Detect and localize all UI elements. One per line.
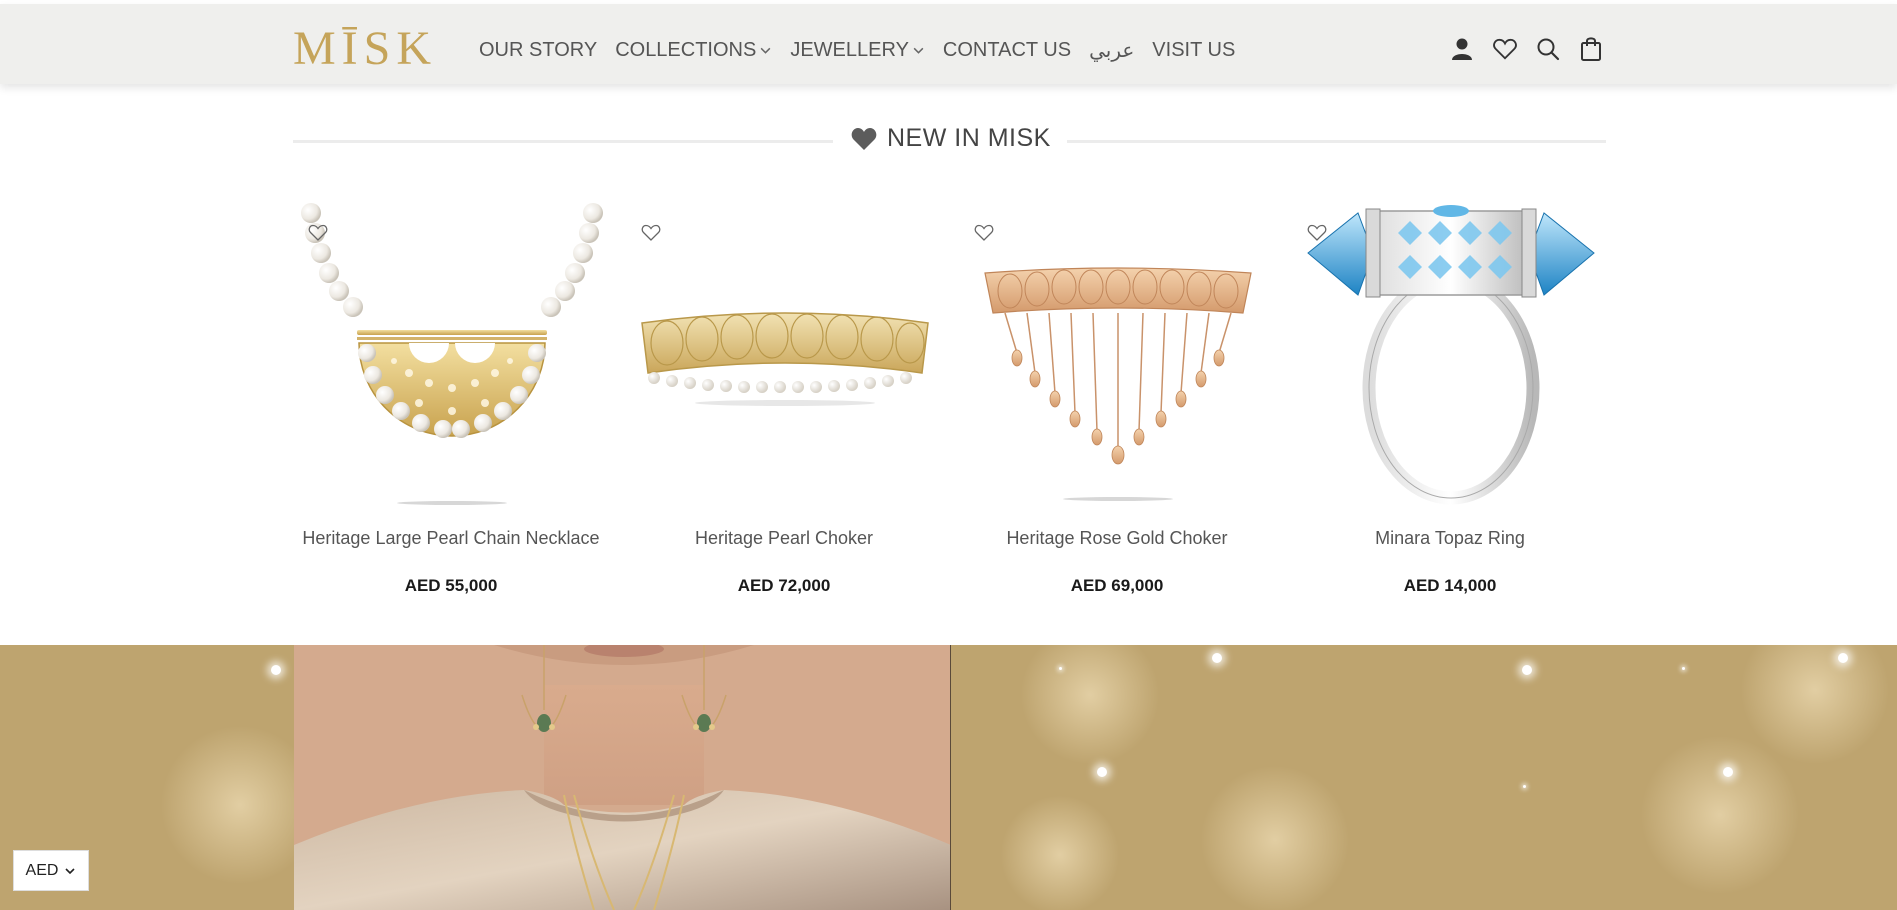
- chevron-down-icon: [65, 867, 76, 874]
- nav-label: عربي: [1089, 40, 1135, 62]
- section-title-text: NEW IN MISK: [887, 124, 1051, 152]
- currency-label: AED: [25, 861, 59, 879]
- product-price: AED 14,000: [1403, 576, 1497, 595]
- wishlist-heart-icon[interactable]: [974, 224, 994, 242]
- logo-text: MĪSK: [293, 22, 438, 75]
- sparkle: [1682, 667, 1685, 670]
- section-title: NEW IN MISK: [851, 124, 1051, 153]
- bokeh-glow: [1640, 735, 1800, 895]
- model-wearing-jewellery-image: [294, 645, 950, 910]
- account-icon[interactable]: [1450, 36, 1474, 62]
- chevron-down-icon: [760, 47, 771, 54]
- cart-icon[interactable]: [1579, 36, 1603, 62]
- product-name[interactable]: Heritage Large Pearl Chain Necklace: [293, 527, 609, 550]
- sparkle: [271, 665, 281, 675]
- product-image-topaz-ring[interactable]: [1298, 203, 1604, 508]
- product-image-pearl-choker[interactable]: [632, 203, 938, 508]
- sparkle: [1723, 767, 1733, 777]
- nav-label: JEWELLERY: [790, 39, 909, 61]
- product-name[interactable]: Heritage Pearl Choker: [626, 527, 942, 550]
- divider: [1067, 140, 1606, 143]
- product-card[interactable]: Heritage Rose Gold Choker AED 69,000: [959, 200, 1275, 610]
- product-card[interactable]: Heritage Large Pearl Chain Necklace AED …: [293, 200, 609, 610]
- nav-label: OUR STORY: [479, 39, 598, 61]
- nav-collections[interactable]: COLLECTIONS: [615, 39, 772, 62]
- sparkle: [1523, 785, 1526, 788]
- currency-selector[interactable]: AED: [13, 850, 89, 891]
- sparkle: [1838, 653, 1848, 663]
- product-price: AED 72,000: [737, 576, 831, 595]
- product-grid: Heritage Large Pearl Chain Necklace AED …: [293, 200, 1625, 610]
- wishlist-heart-icon[interactable]: [308, 224, 328, 242]
- product-image-pearl-necklace[interactable]: [299, 203, 605, 508]
- main-nav: OUR STORY COLLECTIONS JEWELLERY CONTACT …: [479, 38, 1253, 63]
- product-image-rose-gold-choker[interactable]: [965, 203, 1271, 508]
- wishlist-heart-icon[interactable]: [1307, 224, 1327, 242]
- nav-label: COLLECTIONS: [615, 39, 757, 61]
- header-actions: [1450, 36, 1603, 62]
- brand-logo[interactable]: MĪSK: [293, 22, 438, 75]
- bokeh-glow: [1000, 795, 1120, 910]
- site-header: MĪSK OUR STORY COLLECTIONS JEWELLERY CON…: [0, 4, 1897, 84]
- nav-visit-us[interactable]: VISIT US: [1152, 39, 1235, 62]
- nav-our-story[interactable]: OUR STORY: [479, 39, 597, 62]
- sparkle: [1097, 767, 1107, 777]
- nav-jewellery[interactable]: JEWELLERY: [790, 39, 925, 62]
- section-header: NEW IN MISK: [293, 122, 1606, 160]
- product-card[interactable]: Minara Topaz Ring AED 14,000: [1292, 200, 1608, 610]
- model-photo[interactable]: [294, 645, 951, 910]
- nav-label: VISIT US: [1152, 39, 1236, 61]
- product-name[interactable]: Heritage Rose Gold Choker: [959, 527, 1275, 550]
- bokeh-glow: [1200, 765, 1350, 910]
- nav-contact-us[interactable]: CONTACT US: [943, 39, 1071, 62]
- sparkle: [1522, 665, 1532, 675]
- sparkle: [1212, 653, 1222, 663]
- wishlist-heart-icon[interactable]: [641, 224, 661, 242]
- divider: [293, 140, 833, 143]
- sparkle: [1059, 667, 1062, 670]
- product-price: AED 55,000: [404, 576, 498, 595]
- promo-banner[interactable]: [0, 645, 1897, 910]
- chevron-down-icon: [913, 47, 924, 54]
- bokeh-glow: [1020, 645, 1160, 765]
- search-icon[interactable]: [1536, 36, 1560, 62]
- product-price: AED 69,000: [1070, 576, 1164, 595]
- nav-arabic[interactable]: عربي: [1089, 38, 1134, 63]
- wishlist-icon[interactable]: [1493, 36, 1517, 62]
- product-name[interactable]: Minara Topaz Ring: [1292, 527, 1608, 550]
- product-card[interactable]: Heritage Pearl Choker AED 72,000: [626, 200, 942, 610]
- heart-icon: [851, 127, 877, 150]
- nav-label: CONTACT US: [942, 39, 1072, 61]
